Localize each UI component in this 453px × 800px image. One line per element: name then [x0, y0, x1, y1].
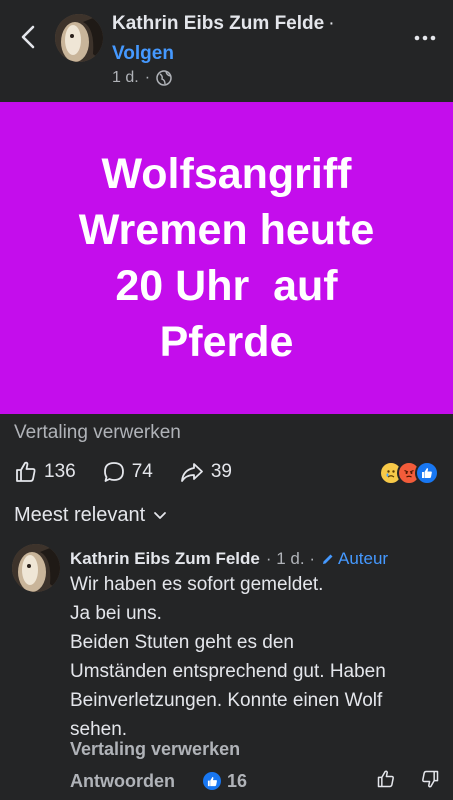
chevron-left-icon [21, 25, 35, 49]
avatar[interactable] [55, 14, 103, 62]
comment-line: Beinverletzungen. Konnte einen Wolf [70, 690, 383, 711]
like-count: 136 [44, 461, 76, 482]
post-image-text: Wolfsangriff Wremen heute 20 Uhr auf Pfe… [27, 146, 427, 370]
like-badge-icon [203, 772, 221, 790]
translate-link[interactable]: Vertaling verwerken [14, 422, 181, 444]
sort-dropdown[interactable]: Meest relevant [14, 504, 167, 527]
share-arrow-icon [180, 463, 203, 482]
reaction-summary[interactable] [379, 461, 439, 485]
post-header: Kathrin Eibs Zum Felde · Volgen 1 d. · [0, 0, 453, 102]
post-time[interactable]: 1 d. [112, 69, 139, 87]
globe-icon [156, 70, 172, 86]
more-dots-icon [414, 35, 436, 41]
separator-dot: · [328, 13, 335, 34]
comment-vote-icons [376, 769, 440, 794]
comment-line: Wir haben es sofort gemeldet. [70, 574, 324, 595]
more-options-button[interactable] [413, 26, 437, 50]
back-button[interactable] [16, 20, 40, 54]
thumbs-down-icon [422, 770, 439, 788]
post-meta: 1 d. · [112, 69, 172, 87]
comment-bubble-icon [103, 462, 124, 482]
chevron-down-icon [154, 511, 167, 519]
comment-time: · 1 d. · [265, 549, 315, 568]
post-image-line: 20 Uhr auf [115, 262, 338, 310]
comment-button[interactable]: 74 [102, 460, 153, 484]
comment-count: 74 [131, 461, 153, 482]
reply-button[interactable]: Antwoorden [70, 771, 175, 792]
post-image-line: Wolfsangriff [101, 150, 352, 198]
comment-like-summary[interactable]: 16 [203, 771, 247, 792]
thumbs-up-icon [377, 769, 394, 787]
share-count: 39 [210, 461, 232, 482]
share-button[interactable]: 39 [179, 460, 232, 484]
pencil-icon [322, 554, 333, 564]
author-badge: Auteur [321, 549, 388, 569]
comment-like-count: 16 [227, 770, 248, 791]
comment-translate-link[interactable]: Vertaling verwerken [70, 739, 240, 760]
like-reaction-icon [415, 461, 439, 485]
horse-avatar-image [55, 14, 103, 62]
horse-avatar-image [12, 544, 60, 592]
comment-line: Ja bei uns. [70, 603, 162, 624]
comment-text: Wir haben es sofort gemeldet. Ja bei uns… [70, 570, 440, 744]
follow-button[interactable]: Volgen [112, 43, 174, 65]
upvote-button[interactable] [376, 769, 396, 794]
post-image-line: Pferde [159, 318, 294, 366]
downvote-button[interactable] [420, 769, 440, 794]
comment-line: Beiden Stuten geht es den [70, 632, 294, 653]
like-button[interactable]: 136 [14, 460, 76, 484]
post-author-name[interactable]: Kathrin Eibs Zum Felde [112, 13, 324, 34]
post-author[interactable]: Kathrin Eibs Zum Felde · [112, 13, 335, 35]
comment-line: Umständen entsprechend gut. Haben [70, 661, 386, 682]
author-badge-label: Auteur [337, 549, 389, 568]
comment-author-name[interactable]: Kathrin Eibs Zum Felde [70, 549, 260, 569]
post-image[interactable]: Wolfsangriff Wremen heute 20 Uhr auf Pfe… [0, 102, 453, 414]
post-stats: 136 74 39 [14, 456, 258, 488]
sort-label: Meest relevant [14, 504, 146, 526]
post-image-line: Wremen heute [78, 206, 375, 254]
comment-header: Kathrin Eibs Zum Felde · 1 d. · Auteur [70, 549, 388, 569]
thumbs-up-icon [16, 461, 36, 482]
comment-avatar[interactable] [12, 544, 60, 592]
comment-actions: Antwoorden 16 [70, 768, 440, 794]
meta-separator: · [144, 69, 151, 86]
